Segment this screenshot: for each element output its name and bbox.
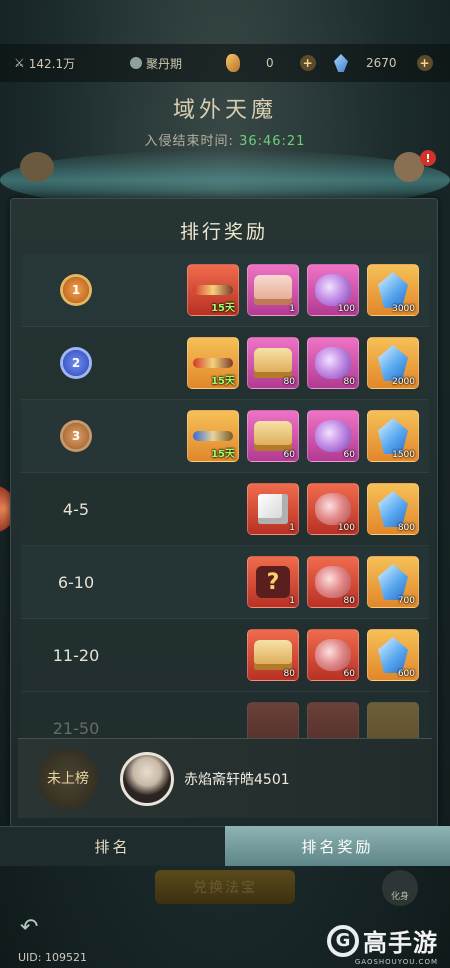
reward-item[interactable]: 2000 <box>367 337 419 389</box>
realm-display: 聚丹期 <box>130 55 182 72</box>
blue-crystal-icon <box>378 491 408 527</box>
blue-crystal-icon <box>378 637 408 673</box>
red-orb-icon <box>315 639 351 671</box>
rank-medal-1: 1 <box>63 277 89 303</box>
tab-bar: 排名 排名奖励 <box>0 826 450 866</box>
event-title: 域外天魔 <box>172 98 277 123</box>
add-currency-a-button[interactable]: + <box>299 55 316 71</box>
power-value: 142.1万 <box>28 56 76 71</box>
reward-item[interactable]: 3000 <box>367 264 419 316</box>
brand-g-icon: G <box>327 924 359 957</box>
reward-item[interactable]: 700 <box>367 556 419 608</box>
gold-chest-icon <box>254 348 292 378</box>
reward-row-4: 4-5 1 100 800 <box>21 473 429 546</box>
blue-crystal-icon <box>378 345 408 381</box>
reward-item[interactable] <box>247 702 299 739</box>
reward-item[interactable]: 100 <box>307 483 359 535</box>
blue-crystal-icon <box>378 418 408 454</box>
tab-ranking-rewards[interactable]: 排名奖励 <box>225 826 450 866</box>
reward-row-2: 2 15天 80 80 2000 <box>21 327 429 400</box>
gold-chest-icon <box>254 640 292 670</box>
reward-item[interactable] <box>307 702 359 739</box>
blue-crystal-icon <box>378 272 408 308</box>
exchange-button[interactable]: 兑换法宝 <box>155 870 295 904</box>
reward-item[interactable] <box>367 702 419 739</box>
currency-b: 2670 + <box>334 54 433 72</box>
watermark-logo: G 高手游 <box>327 923 438 958</box>
reward-item[interactable]: 80 <box>247 629 299 681</box>
my-rank-badge: 未上榜 <box>38 748 98 809</box>
rank-medal-2: 2 <box>63 350 89 376</box>
currency-a: 0 + <box>226 54 316 72</box>
purple-orb-icon <box>315 274 351 306</box>
power-display: ⚔ 142.1万 <box>14 55 75 72</box>
player-name: 赤焰斋轩皓4501 <box>184 771 290 788</box>
watermark-site: GAOSHOUYOU.COM <box>354 958 438 966</box>
white-box-icon <box>258 494 288 524</box>
panel-title: 排行奖励 <box>179 221 268 243</box>
reward-row-7: 21-50 <box>21 692 429 739</box>
rank-label: 11-20 <box>52 645 100 665</box>
reward-item[interactable]: 60 <box>307 410 359 462</box>
avatar-transform-button[interactable]: 化身 <box>382 870 418 906</box>
rank-medal-3: 3 <box>63 423 89 449</box>
timer-value: 36:46:21 <box>239 134 306 149</box>
timer-label: 入侵结束时间: <box>144 134 234 149</box>
reward-item[interactable]: 1 <box>247 264 299 316</box>
my-rank-bar: 未上榜 赤焰斋轩皓4501 <box>18 738 432 818</box>
blue-crystal-icon <box>378 564 408 600</box>
reward-item[interactable]: 600 <box>367 629 419 681</box>
currency-b-value: 2670 <box>366 56 397 70</box>
rank-label: 4-5 <box>62 499 90 519</box>
add-currency-b-button[interactable]: + <box>416 55 433 71</box>
alert-badge: ! <box>420 150 436 166</box>
reward-item[interactable]: 60 <box>307 629 359 681</box>
purple-orb-icon <box>315 420 351 452</box>
top-status-bar: ⚔ 142.1万 聚丹期 0 + 2670 + <box>0 44 450 82</box>
sword-icon <box>193 285 233 295</box>
reward-item[interactable]: 15天 <box>187 264 239 316</box>
reward-item[interactable]: 60 <box>247 410 299 462</box>
crystal-icon <box>334 54 348 72</box>
red-orb-icon <box>315 566 351 598</box>
mystery-box-icon: ? <box>256 566 290 598</box>
uid-label: UID: 109521 <box>18 951 87 964</box>
rank-label: 6-10 <box>57 572 95 592</box>
purple-orb-icon <box>315 347 351 379</box>
spirit-stone-icon <box>226 54 240 72</box>
reward-item[interactable]: ? 1 <box>247 556 299 608</box>
realm-icon <box>130 57 142 69</box>
tab-ranking[interactable]: 排名 <box>0 826 225 866</box>
reward-item[interactable]: 1500 <box>367 410 419 462</box>
back-arrow-icon[interactable]: ↶ <box>20 917 48 939</box>
ranking-reward-panel: 排行奖励 1 15天 1 100 3000 2 15天 80 80 2000 3… <box>10 198 438 828</box>
event-timer: 入侵结束时间: 36:46:21 <box>0 130 450 149</box>
reward-list[interactable]: 1 15天 1 100 3000 2 15天 80 80 2000 3 15天 … <box>21 254 429 739</box>
reward-item[interactable]: 15天 <box>187 410 239 462</box>
reward-row-3: 3 15天 60 60 1500 <box>21 400 429 473</box>
reward-row-5: 6-10 ? 1 80 700 <box>21 546 429 619</box>
reward-item[interactable]: 80 <box>247 337 299 389</box>
reward-item[interactable]: 80 <box>307 337 359 389</box>
gold-chest-icon <box>254 421 292 451</box>
reward-row-6: 11-20 80 60 600 <box>21 619 429 692</box>
watermark-brand: 高手游 <box>363 929 438 957</box>
reward-item[interactable]: 15天 <box>187 337 239 389</box>
event-header: 域外天魔 入侵结束时间: 36:46:21 <box>0 92 450 149</box>
realm-label: 聚丹期 <box>146 56 183 71</box>
rank-label: 21-50 <box>52 718 100 738</box>
blue-sword-icon <box>193 431 233 441</box>
red-orb-icon <box>315 493 351 525</box>
reward-item[interactable]: 1 <box>247 483 299 535</box>
swords-icon: ⚔ <box>14 56 25 70</box>
reward-item[interactable]: 80 <box>307 556 359 608</box>
sword-icon <box>193 358 233 368</box>
currency-a-value: 0 <box>266 56 274 70</box>
left-character-icon[interactable] <box>20 152 54 182</box>
reward-row-1: 1 15天 1 100 3000 <box>21 254 429 327</box>
avatar[interactable] <box>120 751 174 806</box>
pink-chest-icon <box>254 275 292 305</box>
reward-item[interactable]: 800 <box>367 483 419 535</box>
reward-item[interactable]: 100 <box>307 264 359 316</box>
